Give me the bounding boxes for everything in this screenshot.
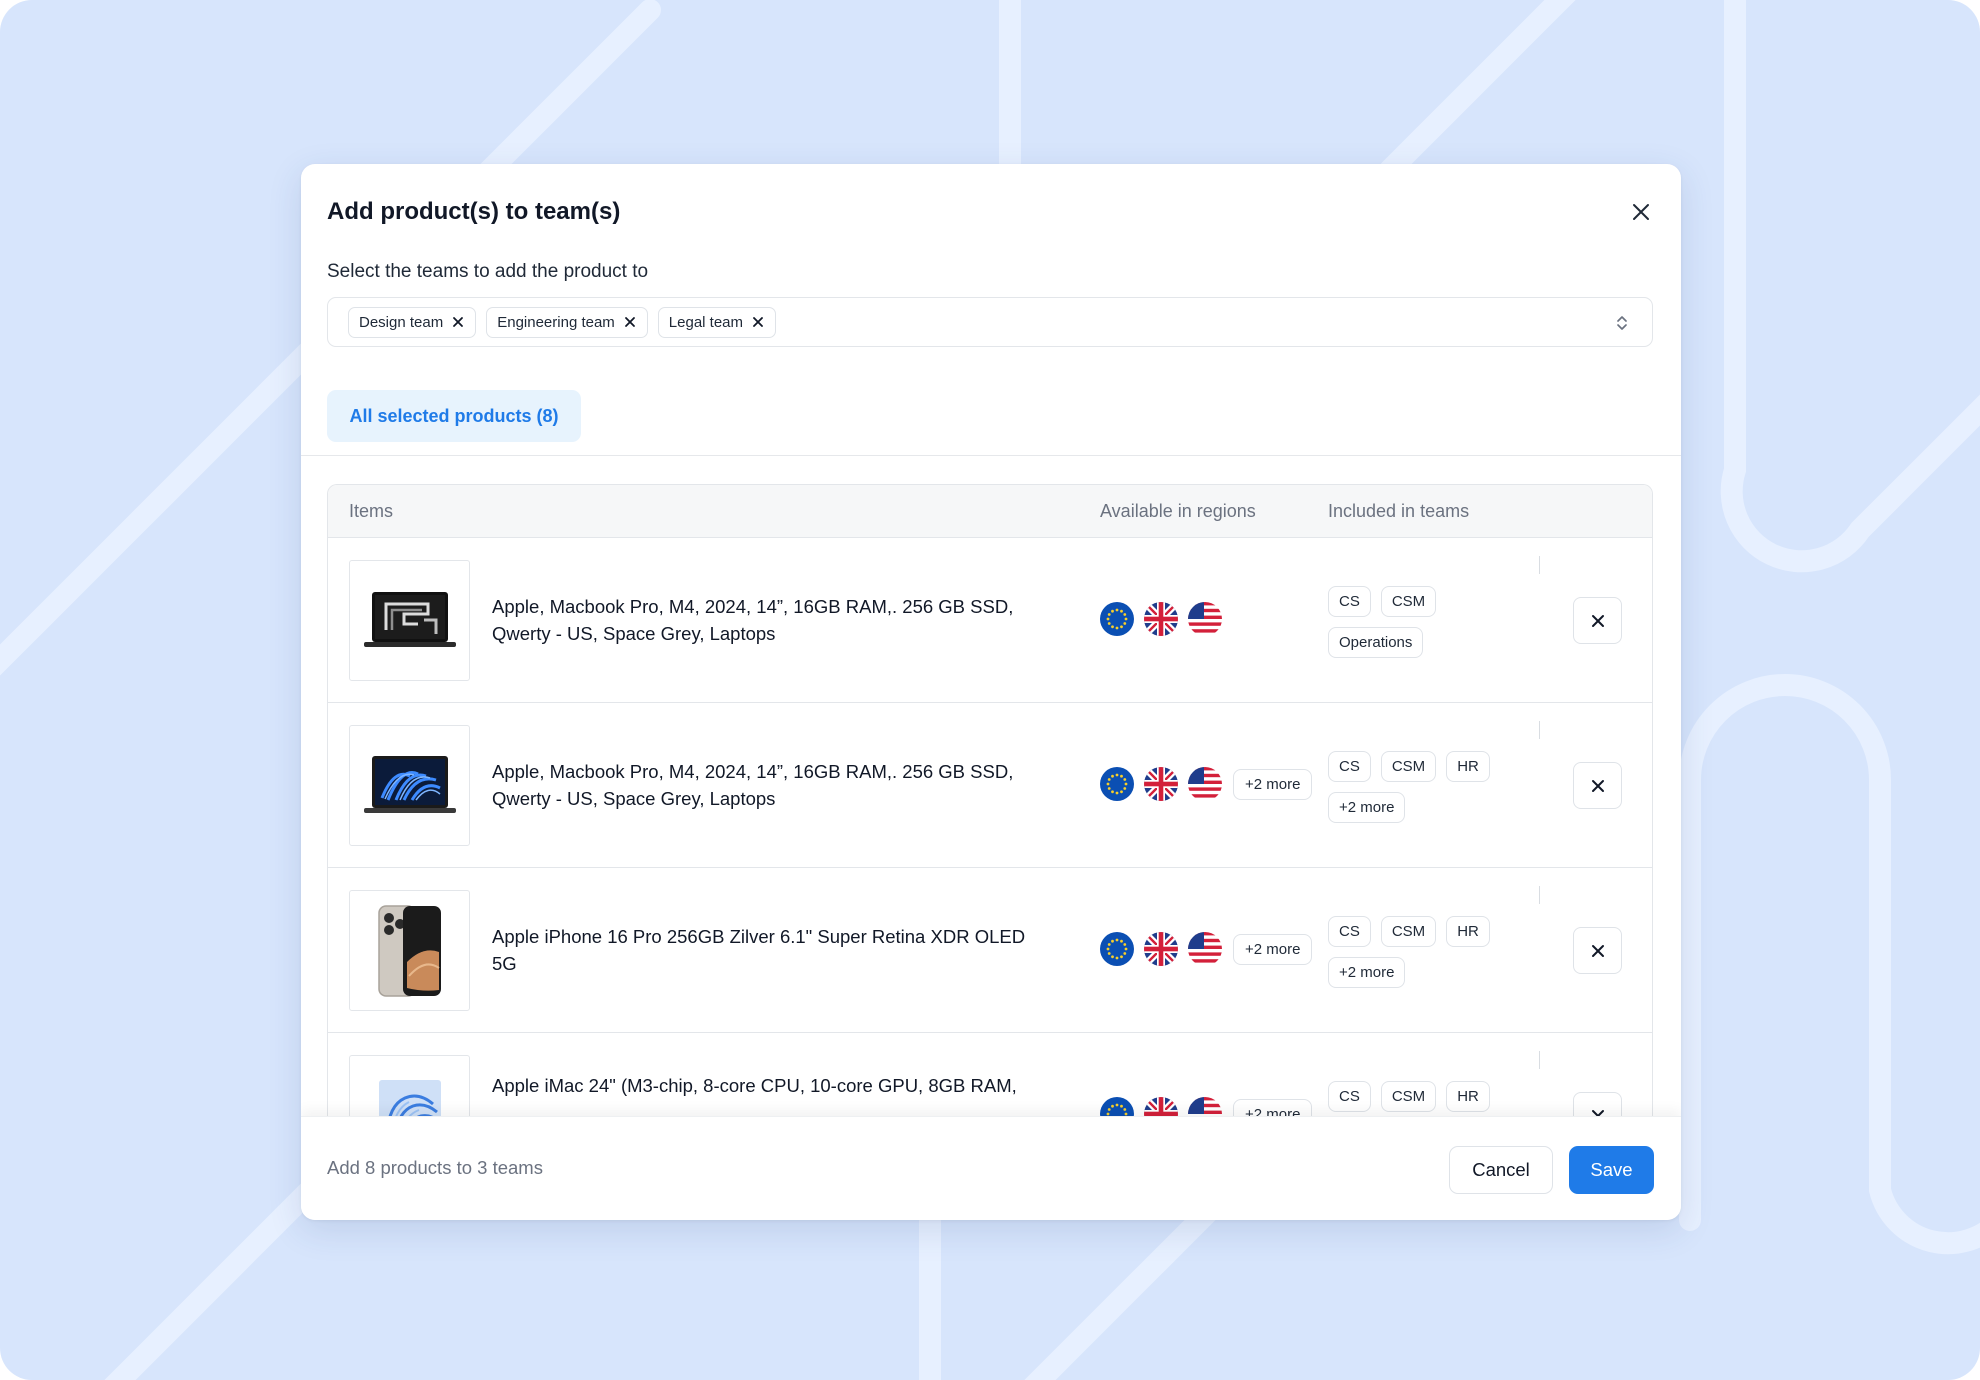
column-header-items: Items	[349, 501, 394, 521]
footer-summary: Add 8 products to 3 teams	[327, 1157, 543, 1178]
team-chip-label: Engineering team	[497, 313, 615, 331]
products-table: Items Available in regions Included in t…	[327, 484, 1653, 1134]
save-button[interactable]: Save	[1569, 1146, 1654, 1194]
team-tag: CSM	[1380, 751, 1437, 782]
iphone-icon	[349, 890, 470, 1011]
team-tag: CSM	[1380, 1081, 1437, 1112]
remove-chip-icon[interactable]	[623, 315, 637, 329]
regions-more-pill[interactable]: +2 more	[1233, 768, 1313, 800]
regions-cell	[1100, 602, 1222, 636]
team-tag: CS	[1328, 586, 1371, 617]
table-row: Apple, Macbook Pro, M4, 2024, 14”, 16GB …	[328, 538, 1652, 703]
uk-flag-icon	[1144, 602, 1178, 636]
eu-flag-icon	[1100, 767, 1134, 801]
us-flag-icon	[1188, 602, 1222, 636]
table-row: Apple iPhone 16 Pro 256GB Zilver 6.1" Su…	[328, 868, 1652, 1033]
uk-flag-icon	[1144, 932, 1178, 966]
team-tag: Operations	[1328, 627, 1424, 658]
team-tag: HR	[1446, 1081, 1490, 1112]
team-tag: HR	[1446, 916, 1490, 947]
regions-cell: +2 more	[1100, 767, 1313, 801]
remove-row-button[interactable]	[1573, 762, 1622, 809]
eu-flag-icon	[1100, 602, 1134, 636]
teams-more-pill[interactable]: +2 more	[1328, 792, 1406, 823]
modal-title: Add product(s) to team(s)	[327, 198, 621, 225]
remove-chip-icon[interactable]	[451, 315, 465, 329]
team-tag: CS	[1328, 751, 1371, 782]
team-chip-label: Design team	[359, 313, 444, 331]
select-chevron-icon[interactable]	[1614, 312, 1630, 334]
team-chip-design: Design team	[348, 306, 477, 338]
teams-select-label: Select the teams to add the product to	[327, 261, 649, 282]
regions-cell: +2 more	[1100, 932, 1313, 966]
team-chip-legal: Legal team	[657, 306, 777, 338]
teams-cell: CS CSM HR	[1328, 1081, 1518, 1112]
teams-more-pill[interactable]: +2 more	[1328, 957, 1406, 988]
team-tag: CS	[1328, 1081, 1371, 1112]
eu-flag-icon	[1100, 932, 1134, 966]
product-name: Apple, Macbook Pro, M4, 2024, 14”, 16GB …	[492, 761, 1014, 809]
product-name: Apple, Macbook Pro, M4, 2024, 14”, 16GB …	[492, 596, 1014, 644]
teams-cell: CS CSM Operations	[1328, 586, 1518, 658]
close-icon	[1591, 944, 1604, 957]
column-separator	[1539, 721, 1540, 739]
close-button[interactable]	[1621, 192, 1661, 232]
cancel-button[interactable]: Cancel	[1449, 1146, 1553, 1194]
team-chip-engineering: Engineering team	[486, 306, 648, 338]
us-flag-icon	[1188, 932, 1222, 966]
team-tag: CSM	[1380, 916, 1437, 947]
teams-cell: CS CSM HR +2 more	[1328, 751, 1518, 823]
remove-row-button[interactable]	[1573, 597, 1622, 644]
close-icon	[1591, 779, 1604, 792]
close-icon	[1591, 614, 1604, 627]
tab-all-selected-products[interactable]: All selected products (8)	[327, 390, 581, 442]
us-flag-icon	[1188, 767, 1222, 801]
modal-footer: Add 8 products to 3 teams Cancel Save	[301, 1116, 1681, 1220]
macbook-blue-icon	[349, 725, 470, 846]
close-icon	[1633, 204, 1649, 220]
column-header-teams: Included in teams	[1328, 501, 1470, 521]
uk-flag-icon	[1144, 767, 1178, 801]
column-separator	[1539, 1051, 1540, 1069]
product-name: Apple iMac 24" (M3-chip, 8-core CPU, 10-…	[492, 1075, 1017, 1096]
team-chip-label: Legal team	[668, 313, 744, 331]
remove-chip-icon[interactable]	[751, 315, 765, 329]
table-header: Items Available in regions Included in t…	[328, 485, 1652, 538]
product-name: Apple iPhone 16 Pro 256GB Zilver 6.1" Su…	[492, 926, 1026, 974]
column-header-regions: Available in regions	[1100, 501, 1256, 521]
column-separator	[1539, 556, 1540, 574]
section-divider	[301, 455, 1681, 456]
table-row: Apple, Macbook Pro, M4, 2024, 14”, 16GB …	[328, 703, 1652, 868]
team-tag: CS	[1328, 916, 1371, 947]
team-tag: HR	[1446, 751, 1490, 782]
team-tag: CSM	[1380, 586, 1437, 617]
regions-more-pill[interactable]: +2 more	[1233, 933, 1313, 965]
macbook-dark-icon	[349, 560, 470, 681]
teams-cell: CS CSM HR +2 more	[1328, 916, 1518, 988]
column-separator	[1539, 886, 1540, 904]
teams-multiselect[interactable]: Design team Engineering team Legal team	[327, 297, 1653, 347]
add-products-modal: Add product(s) to team(s) Select the tea…	[301, 164, 1681, 1220]
remove-row-button[interactable]	[1573, 927, 1622, 974]
